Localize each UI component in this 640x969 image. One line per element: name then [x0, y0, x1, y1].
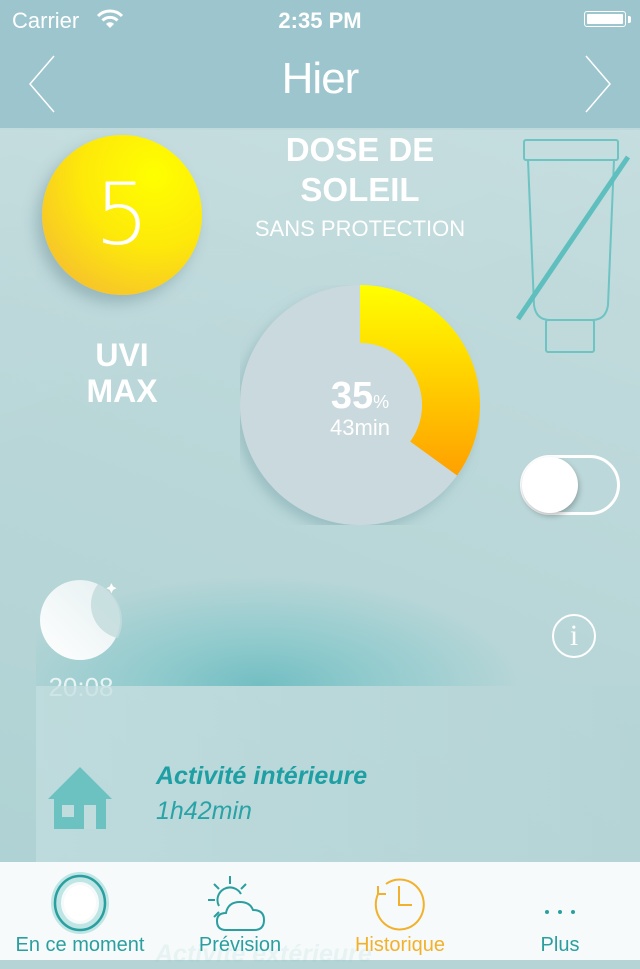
tab-plus[interactable]: Plus: [480, 862, 640, 960]
dose-subtitle: SANS PROTECTION: [254, 216, 466, 241]
dial-inner: [298, 343, 422, 467]
house-icon: [48, 767, 112, 829]
uvi-value: 5: [94, 165, 150, 265]
now-ring-icon: [51, 872, 109, 934]
more-dots-icon: [545, 910, 575, 914]
page-title: Hier: [281, 54, 360, 103]
dose-title: DOSE DE SOLEIL: [220, 130, 500, 210]
dose-title-line1: DOSE DE: [285, 131, 435, 168]
dose-dial: [240, 285, 480, 525]
sun-cloud-icon: [208, 876, 266, 931]
uvi-label: UVI MAX: [42, 337, 202, 409]
dose-title-line2: SOLEIL: [300, 171, 420, 208]
battery-tip: [628, 16, 631, 23]
uvi-label-line2: MAX: [86, 373, 158, 409]
uvi-sun-badge: 5: [42, 135, 202, 295]
protection-toggle[interactable]: [520, 455, 620, 515]
info-button[interactable]: i: [552, 614, 596, 658]
tab-en-ce-moment[interactable]: En ce moment: [0, 862, 160, 960]
activity-title: Activité intérieure: [156, 762, 368, 790]
tab-label: Plus: [540, 934, 580, 956]
uvi-label-line1: UVI: [95, 337, 149, 373]
battery-icon: [584, 11, 626, 27]
tab-prevision[interactable]: Prévision: [160, 862, 320, 960]
toggle-knob: [522, 457, 578, 513]
nav-bar: Hier: [0, 40, 640, 128]
tab-bar: Activité extérieure En ce moment Prévisi…: [0, 862, 640, 968]
moon-icon: [40, 580, 122, 660]
chevron-right-icon[interactable]: [574, 54, 614, 114]
tab-label: Prévision: [198, 934, 282, 956]
history-clock-icon: [374, 878, 425, 931]
clock: 2:35 PM: [278, 8, 362, 33]
sunscreen-crossed-icon: [515, 139, 631, 353]
tab-label: Historique: [354, 934, 446, 956]
tab-label: En ce moment: [15, 934, 145, 956]
tab-historique[interactable]: Historique: [320, 862, 480, 960]
status-bar: Carrier 2:35 PM: [0, 0, 640, 40]
activity-duration: 1h42min: [156, 797, 252, 825]
uv-activity-graph: [36, 560, 640, 686]
